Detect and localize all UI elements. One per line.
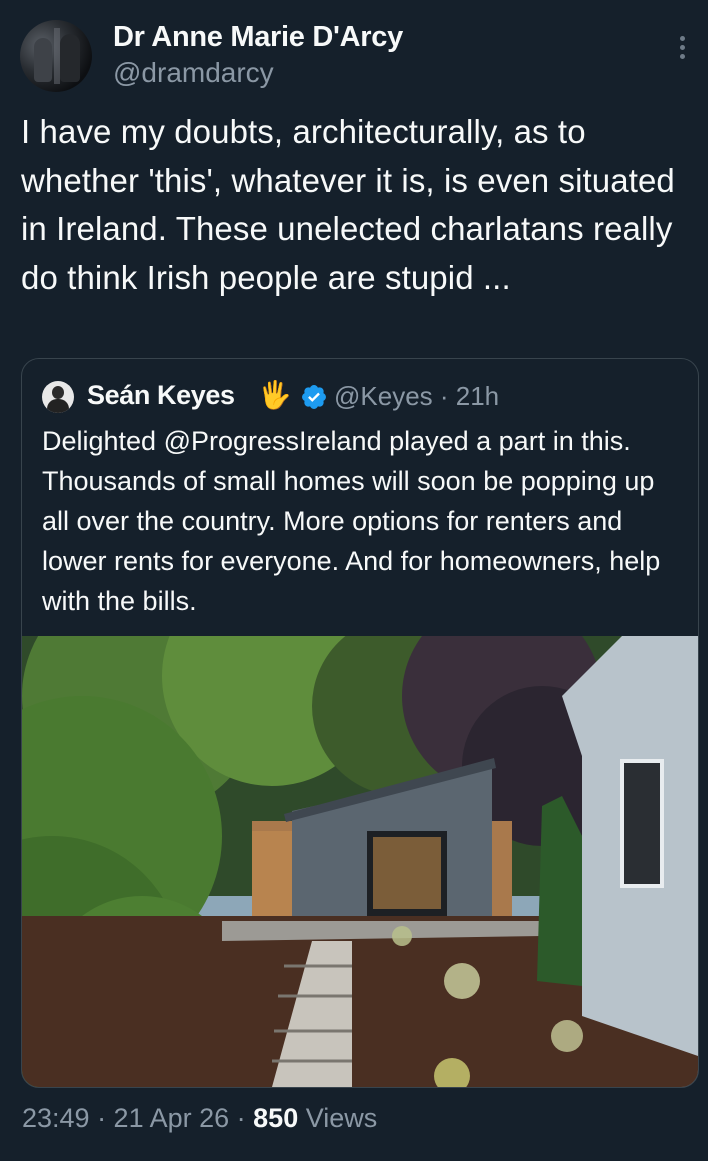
views-count: 850 [253, 1103, 299, 1133]
verified-badge-icon [302, 385, 326, 409]
more-vertical-icon[interactable] [676, 36, 688, 62]
quoted-handle-time[interactable]: @Keyes · 21h [334, 381, 499, 412]
tweet-text: I have my doubts, architecturally, as to… [21, 113, 675, 296]
tweet-metadata: 23:49 · 21 Apr 26 · 850 Views [22, 1103, 377, 1134]
quoted-tweet-text: Delighted @ProgressIreland played a part… [42, 426, 661, 616]
quoted-author-name: Seán Keyes [87, 380, 235, 410]
author-name[interactable]: Dr Anne Marie D'Arcy [113, 21, 403, 54]
author-avatar[interactable] [20, 20, 92, 92]
quoted-tweet[interactable]: Seán Keyes 🖐 @Keyes · 21h Delighted @Pro… [21, 358, 699, 1088]
quoted-author-avatar [42, 381, 74, 413]
tweet-header: Dr Anne Marie D'Arcy @dramdarcy [20, 20, 694, 96]
raised-hand-emoji: 🖐 [258, 380, 292, 410]
author-handle[interactable]: @dramdarcy [113, 57, 274, 89]
tweet-timestamp[interactable]: 23:49 · 21 Apr 26 · [22, 1103, 253, 1133]
views-label: Views [298, 1103, 378, 1133]
tiny-house-photo[interactable] [22, 636, 698, 1087]
